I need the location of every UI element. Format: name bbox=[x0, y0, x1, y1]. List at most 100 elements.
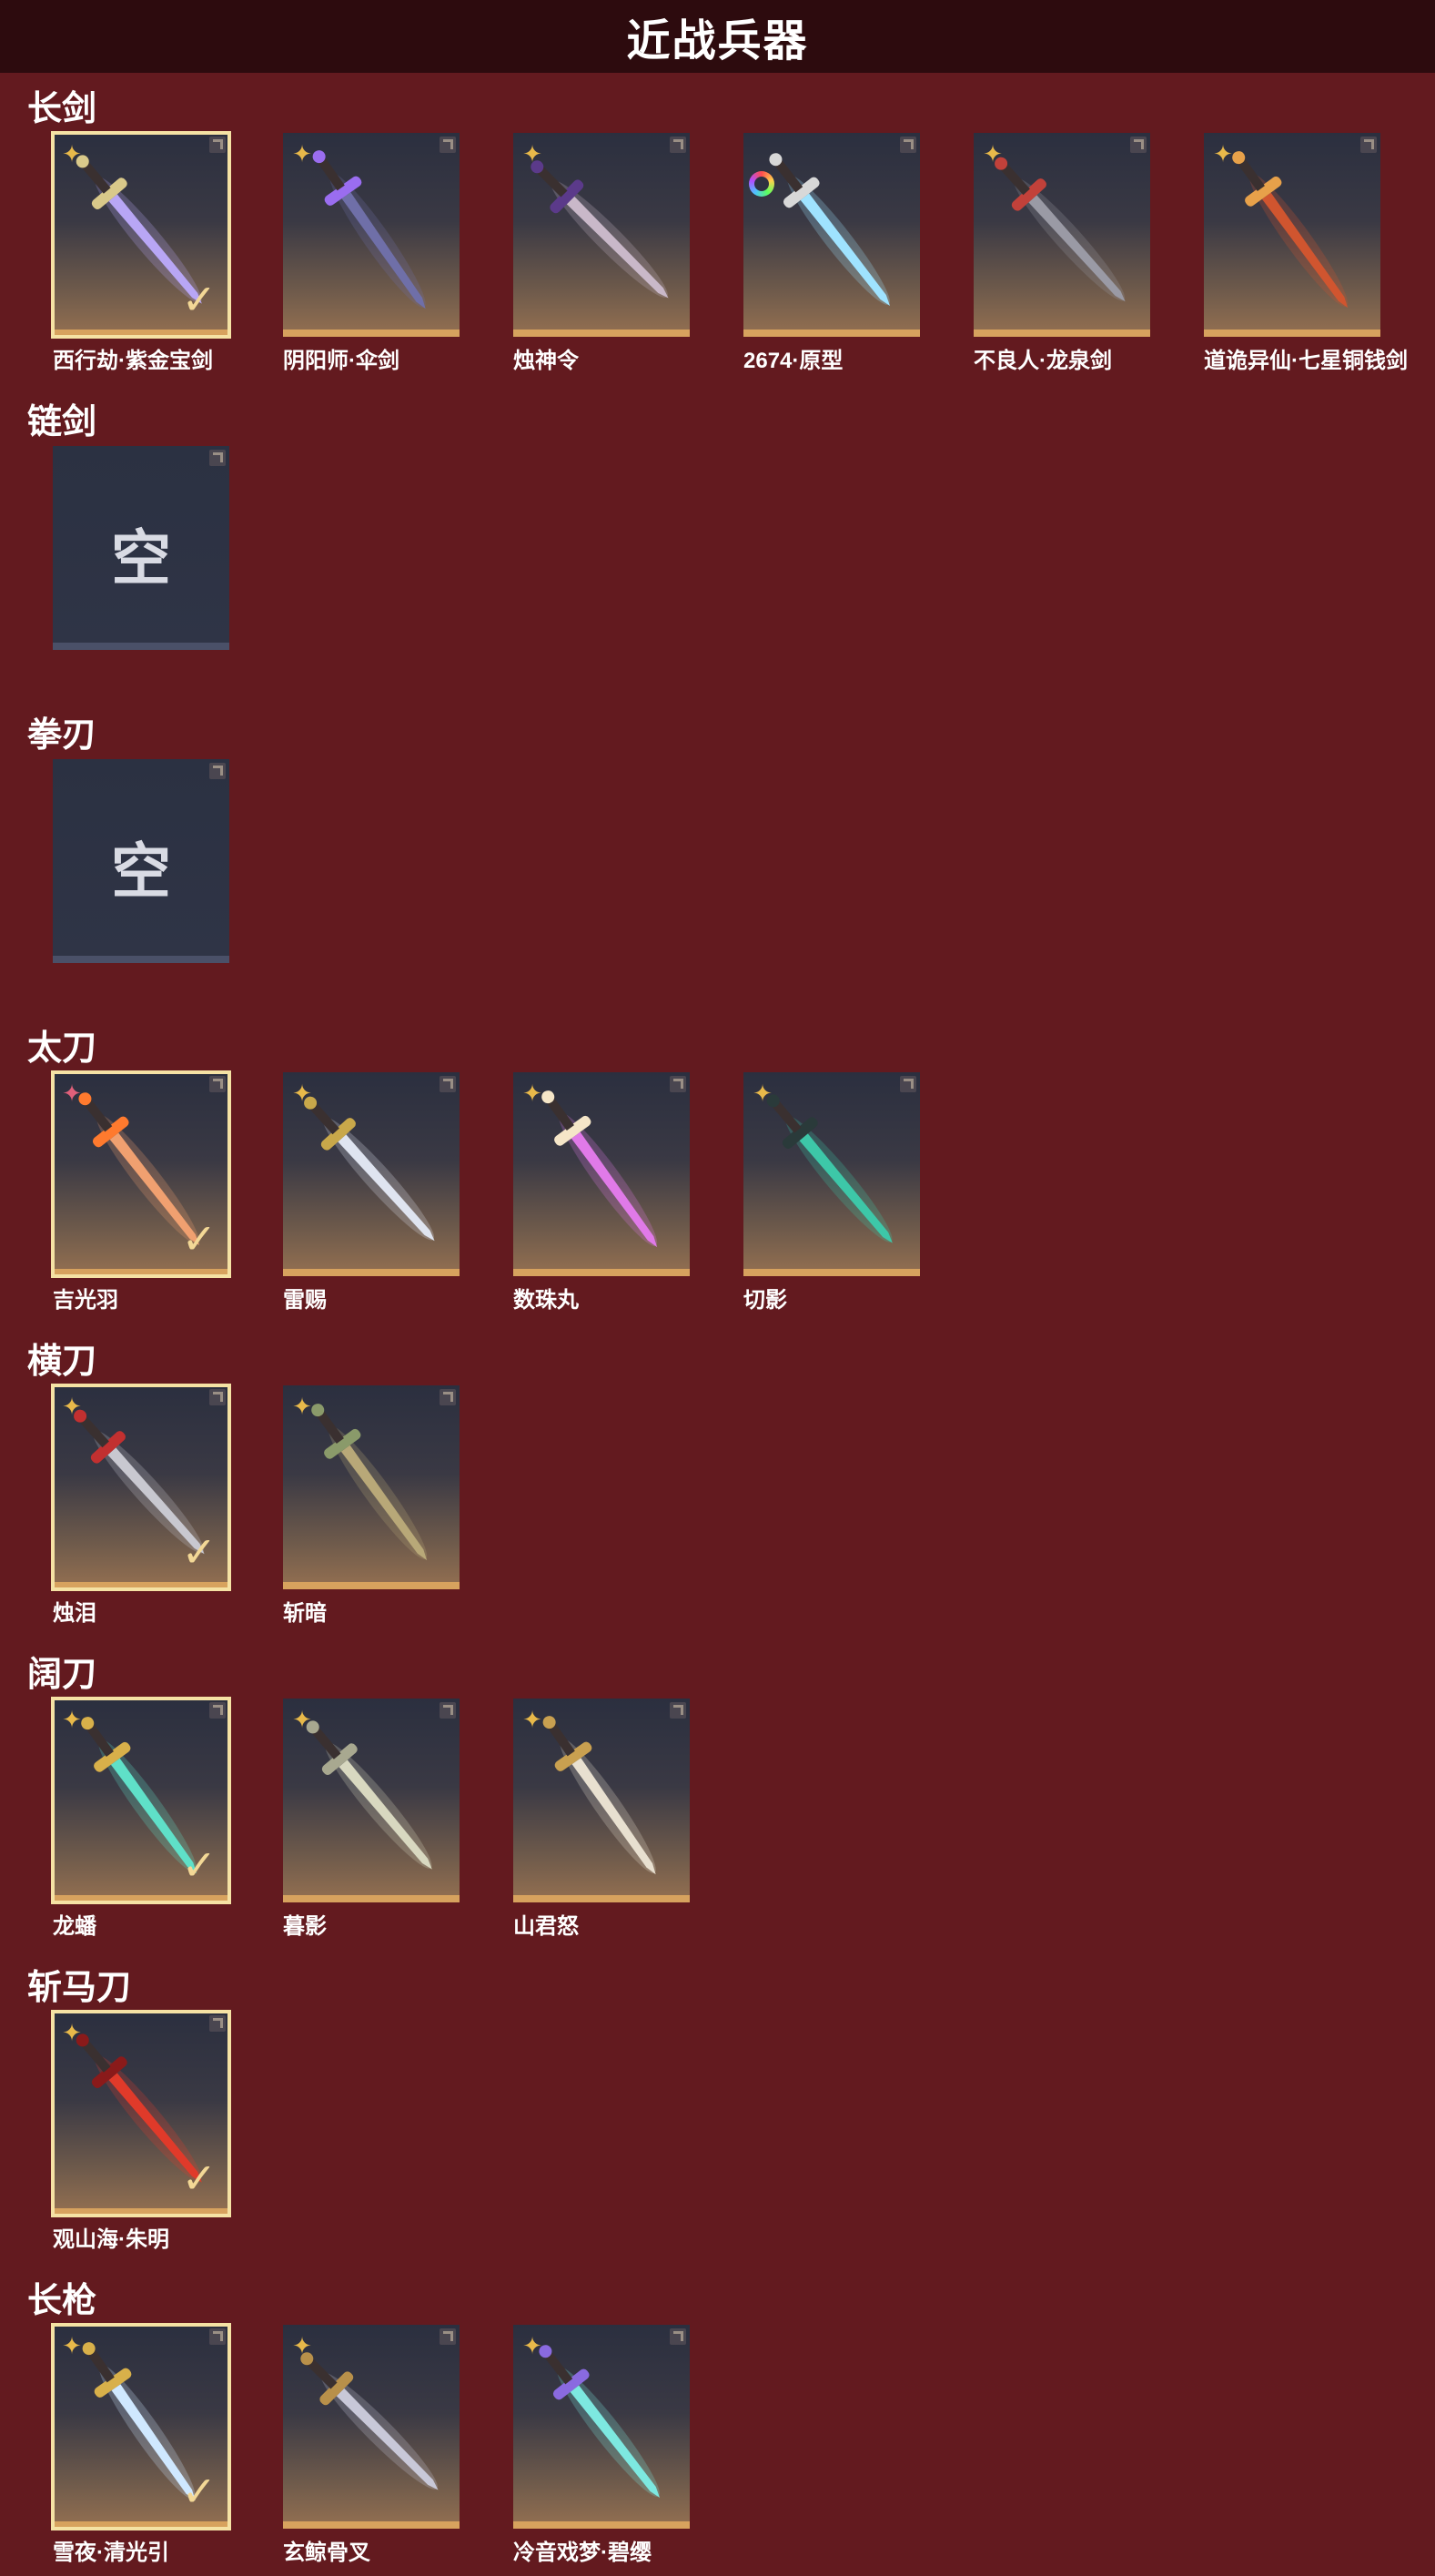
weapon-card[interactable]: ✦ bbox=[283, 1699, 460, 1902]
weapon-category: 阔刀 ✦ ✓ 龙蟠 ✦ 暮影 ✦ 山君怒 bbox=[0, 1646, 1435, 1959]
gold-star-icon: ✦ bbox=[62, 1706, 82, 1733]
weapon-card[interactable]: 空 bbox=[53, 759, 229, 963]
empty-slot-label: 空 bbox=[111, 524, 171, 592]
corner-tab-icon bbox=[209, 763, 226, 779]
corner-tab-icon bbox=[670, 1702, 686, 1719]
empty-weapon-slot[interactable]: 空 bbox=[53, 446, 229, 701]
weapon-item[interactable]: ✦ 冷音戏梦·碧缨 bbox=[513, 2325, 690, 2576]
equipped-check-icon: ✓ bbox=[181, 1528, 217, 1576]
corner-tab-icon bbox=[440, 2328, 456, 2345]
weapon-item[interactable]: ✦ ✓ 吉光羽 bbox=[51, 1070, 231, 1327]
gold-star-icon: ✦ bbox=[522, 2332, 542, 2359]
weapon-card[interactable]: ✦ ✓ bbox=[51, 1384, 231, 1591]
corner-tab-icon bbox=[440, 1076, 456, 1092]
rainbow-ring-icon bbox=[749, 171, 774, 197]
weapon-name: 吉光羽 bbox=[53, 1288, 118, 1313]
weapon-item[interactable]: 2674·原型 bbox=[743, 133, 920, 388]
weapon-card[interactable]: ✦ bbox=[513, 1072, 690, 1276]
gold-star-icon: ✦ bbox=[983, 140, 1003, 167]
weapon-list: ✦ ✓ 烛泪 ✦ 斩暗 bbox=[51, 1384, 1435, 1640]
weapon-card[interactable]: ✦ ✓ bbox=[51, 1697, 231, 1904]
corner-tab-icon bbox=[670, 2328, 686, 2345]
weapon-list: 空 bbox=[53, 759, 1435, 1014]
weapon-name: 斩暗 bbox=[283, 1601, 327, 1626]
weapon-card[interactable]: ✦ bbox=[283, 2325, 460, 2529]
weapon-card[interactable] bbox=[743, 133, 920, 337]
corner-tab-icon bbox=[900, 1076, 916, 1092]
weapon-card[interactable]: ✦ bbox=[283, 133, 460, 337]
weapon-list: ✦ ✓ 西行劫·紫金宝剑 ✦ 阴阳师·伞剑 ✦ 烛神令 2674·原型 ✦ 不良人·龙泉剑 ✦ 道诡异… bbox=[51, 131, 1435, 388]
weapon-item[interactable]: ✦ 烛神令 bbox=[513, 133, 690, 388]
weapon-card[interactable]: ✦ bbox=[513, 1699, 690, 1902]
weapon-item[interactable]: ✦ 玄鲸骨叉 bbox=[283, 2325, 460, 2576]
weapon-category: 长枪 ✦ ✓ 雪夜·清光引 ✦ 玄鲸骨叉 ✦ 冷音戏梦·碧缨 bbox=[0, 2272, 1435, 2576]
weapon-category: 拳刃空 bbox=[0, 706, 1435, 1019]
weapon-card[interactable]: ✦ bbox=[283, 1072, 460, 1276]
weapon-name: 龙蟠 bbox=[53, 1914, 96, 1939]
weapon-item[interactable]: ✦ 阴阳师·伞剑 bbox=[283, 133, 460, 388]
equipped-check-icon: ✓ bbox=[181, 2155, 217, 2202]
category-title: 长枪 bbox=[27, 2282, 97, 2320]
weapon-item[interactable]: ✦ 数珠丸 bbox=[513, 1072, 690, 1327]
weapon-name: 雪夜·清光引 bbox=[53, 2541, 169, 2565]
gold-star-icon: ✦ bbox=[292, 1393, 312, 1420]
corner-tab-icon bbox=[209, 450, 226, 466]
gold-star-icon: ✦ bbox=[1213, 140, 1233, 167]
weapon-item[interactable]: ✦ ✓ 观山海·朱明 bbox=[51, 2010, 231, 2267]
weapon-name: 烛泪 bbox=[53, 1601, 96, 1626]
category-title: 阔刀 bbox=[27, 1656, 97, 1694]
page-title: 近战兵器 bbox=[626, 17, 809, 66]
weapon-card[interactable]: ✦ bbox=[974, 133, 1150, 337]
corner-tab-icon bbox=[209, 2328, 226, 2345]
weapon-item[interactable]: ✦ 不良人·龙泉剑 bbox=[974, 133, 1150, 388]
weapon-card[interactable]: ✦ bbox=[283, 1385, 460, 1589]
weapon-category: 斩马刀 ✦ ✓ 观山海·朱明 bbox=[0, 1959, 1435, 2272]
weapon-card[interactable]: ✦ ✓ bbox=[51, 2323, 231, 2530]
weapon-item[interactable]: ✦ 切影 bbox=[743, 1072, 920, 1327]
equipped-check-icon: ✓ bbox=[181, 1215, 217, 1263]
category-title: 斩马刀 bbox=[27, 1969, 132, 2007]
corner-tab-icon bbox=[1360, 137, 1377, 153]
weapon-card[interactable]: ✦ bbox=[1204, 133, 1380, 337]
gold-star-icon: ✦ bbox=[522, 1706, 542, 1733]
weapon-name: 冷音戏梦·碧缨 bbox=[513, 2541, 652, 2565]
weapon-card[interactable]: ✦ ✓ bbox=[51, 131, 231, 339]
weapon-card[interactable]: ✦ bbox=[513, 2325, 690, 2529]
weapon-name: 道诡异仙·七星铜钱剑 bbox=[1204, 349, 1408, 373]
weapon-item[interactable]: ✦ 道诡异仙·七星铜钱剑 bbox=[1204, 133, 1408, 388]
corner-tab-icon bbox=[209, 2015, 226, 2032]
weapon-card[interactable]: ✦ bbox=[513, 133, 690, 337]
corner-tab-icon bbox=[209, 1702, 226, 1719]
gold-star-icon: ✦ bbox=[62, 2332, 82, 2359]
weapon-item[interactable]: ✦ 山君怒 bbox=[513, 1699, 690, 1953]
weapon-name: 切影 bbox=[743, 1288, 787, 1313]
corner-tab-icon bbox=[440, 137, 456, 153]
weapon-item[interactable]: ✦ ✓ 烛泪 bbox=[51, 1384, 231, 1640]
equipped-check-icon: ✓ bbox=[181, 1841, 217, 1889]
weapon-list: ✦ ✓ 雪夜·清光引 ✦ 玄鲸骨叉 ✦ 冷音戏梦·碧缨 bbox=[51, 2323, 1435, 2576]
gold-star-icon: ✦ bbox=[292, 2332, 312, 2359]
weapon-name: 雷赐 bbox=[283, 1288, 327, 1313]
weapon-item[interactable]: ✦ ✓ 龙蟠 bbox=[51, 1697, 231, 1953]
pink-star-icon: ✦ bbox=[62, 1080, 82, 1107]
weapon-card[interactable]: ✦ ✓ bbox=[51, 1070, 231, 1278]
weapon-item[interactable]: ✦ 斩暗 bbox=[283, 1385, 460, 1640]
weapon-card[interactable]: ✦ bbox=[743, 1072, 920, 1276]
weapon-card[interactable]: 空 bbox=[53, 446, 229, 650]
weapon-item[interactable]: ✦ ✓ 西行劫·紫金宝剑 bbox=[51, 131, 231, 388]
weapon-category: 长剑 ✦ ✓ 西行劫·紫金宝剑 ✦ 阴阳师·伞剑 ✦ 烛神令 2674·原型 ✦ 不良人·龙泉剑 ✦ 道… bbox=[0, 80, 1435, 393]
weapon-list: ✦ ✓ 吉光羽 ✦ 雷赐 ✦ 数珠丸 ✦ 切影 bbox=[51, 1070, 1435, 1327]
weapon-item[interactable]: ✦ ✓ 雪夜·清光引 bbox=[51, 2323, 231, 2576]
equipped-check-icon: ✓ bbox=[181, 2468, 217, 2515]
gold-star-icon: ✦ bbox=[292, 140, 312, 167]
equipped-check-icon: ✓ bbox=[181, 276, 217, 323]
empty-weapon-slot[interactable]: 空 bbox=[53, 759, 229, 1014]
weapon-item[interactable]: ✦ 雷赐 bbox=[283, 1072, 460, 1327]
weapon-category: 太刀 ✦ ✓ 吉光羽 ✦ 雷赐 ✦ 数珠丸 ✦ 切影 bbox=[0, 1019, 1435, 1333]
category-title: 长剑 bbox=[27, 90, 97, 128]
weapon-list: ✦ ✓ 观山海·朱明 bbox=[51, 2010, 1435, 2267]
weapon-item[interactable]: ✦ 暮影 bbox=[283, 1699, 460, 1953]
weapon-name: 阴阳师·伞剑 bbox=[283, 349, 399, 373]
corner-tab-icon bbox=[209, 1076, 226, 1092]
weapon-card[interactable]: ✦ ✓ bbox=[51, 2010, 231, 2217]
